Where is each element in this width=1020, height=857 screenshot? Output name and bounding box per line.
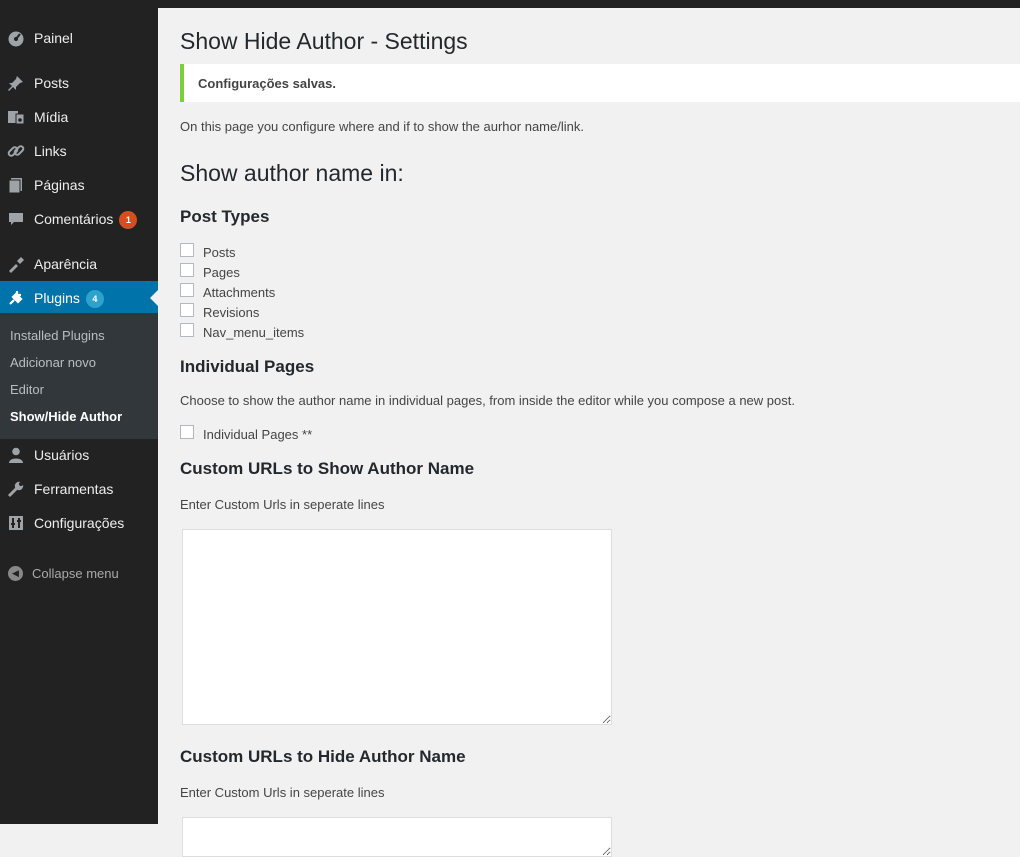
sidebar-item-label: Comentários xyxy=(34,211,114,227)
sidebar-item-aparencia[interactable]: Aparência xyxy=(0,247,158,281)
pages-icon xyxy=(7,176,25,194)
link-icon xyxy=(7,142,25,160)
show-author-heading: Show author name in: xyxy=(180,160,404,186)
sidebar-item-label: Mídia xyxy=(34,109,69,125)
sidebar-item-label: Painel xyxy=(34,30,73,46)
checkbox-label: Revisions xyxy=(203,304,260,320)
sidebar-item-comentarios[interactable]: Comentários 1 xyxy=(0,202,158,236)
notice-text: Configurações salvas. xyxy=(198,75,336,91)
collapse-arrow-icon: ◀ xyxy=(8,566,23,581)
checkbox-label: Attachments xyxy=(203,284,276,300)
settings-saved-notice: Configurações salvas. xyxy=(180,64,1020,102)
checkbox-label: Posts xyxy=(203,244,236,260)
intro-text: On this page you configure where and if … xyxy=(180,119,584,134)
sidebar-item-midia[interactable]: Mídia xyxy=(0,100,158,134)
comments-icon xyxy=(7,210,25,228)
individual-pages-checkbox[interactable] xyxy=(180,425,194,439)
users-icon xyxy=(7,446,25,464)
active-menu-arrow xyxy=(150,290,158,306)
hide-urls-heading: Custom URLs to Hide Author Name xyxy=(180,747,466,766)
admin-sidebar: Painel Posts Mídia Links Páginas Comentá… xyxy=(0,8,158,824)
submenu-add-new[interactable]: Adicionar novo xyxy=(10,355,96,370)
post-type-option[interactable]: Pages xyxy=(180,262,240,282)
collapse-menu-button[interactable]: ◀ Collapse menu xyxy=(8,566,119,581)
individual-pages-description: Choose to show the author name in indivi… xyxy=(180,393,795,408)
posts-checkbox[interactable] xyxy=(180,243,194,257)
sidebar-item-label: Usuários xyxy=(34,447,90,463)
page-title: Show Hide Author - Settings xyxy=(180,28,468,54)
tools-icon xyxy=(7,480,25,498)
individual-pages-heading: Individual Pages xyxy=(180,357,315,376)
pin-icon xyxy=(7,74,25,92)
submenu-installed-plugins[interactable]: Installed Plugins xyxy=(10,328,105,343)
revisions-checkbox[interactable] xyxy=(180,303,194,317)
sidebar-item-label: Links xyxy=(34,143,67,159)
comments-count-badge: 1 xyxy=(119,211,138,229)
sidebar-item-paginas[interactable]: Páginas xyxy=(0,168,158,202)
sidebar-item-configuracoes[interactable]: Configurações xyxy=(0,506,158,540)
checkbox-label: Nav_menu_items xyxy=(203,324,305,340)
dashboard-icon xyxy=(7,29,25,47)
plugins-submenu: Installed Plugins Adicionar novo Editor … xyxy=(0,313,158,439)
show-urls-heading: Custom URLs to Show Author Name xyxy=(180,459,475,478)
attachments-checkbox[interactable] xyxy=(180,283,194,297)
checkbox-label: Pages xyxy=(203,264,240,280)
post-type-option[interactable]: Nav_menu_items xyxy=(180,322,304,342)
hide-urls-textarea[interactable] xyxy=(182,817,612,857)
hide-urls-description: Enter Custom Urls in seperate lines xyxy=(180,785,385,800)
post-types-heading: Post Types xyxy=(180,207,270,226)
sidebar-item-label: Ferramentas xyxy=(34,481,114,497)
sidebar-item-painel[interactable]: Painel xyxy=(0,21,158,55)
sidebar-item-links[interactable]: Links xyxy=(0,134,158,168)
collapse-menu-label: Collapse menu xyxy=(32,566,119,581)
nav-menu-items-checkbox[interactable] xyxy=(180,323,194,337)
settings-icon xyxy=(7,514,25,532)
sidebar-item-usuarios[interactable]: Usuários xyxy=(0,438,158,472)
show-urls-textarea[interactable] xyxy=(182,529,612,725)
sidebar-item-label: Configurações xyxy=(34,515,125,531)
appearance-icon xyxy=(7,255,25,273)
media-icon xyxy=(7,108,25,126)
post-type-option[interactable]: Attachments xyxy=(180,282,275,302)
sidebar-item-label: Plugins xyxy=(34,290,80,306)
post-type-option[interactable]: Revisions xyxy=(180,302,259,322)
plugins-count-badge: 4 xyxy=(85,290,104,308)
sidebar-item-ferramentas[interactable]: Ferramentas xyxy=(0,472,158,506)
show-urls-description: Enter Custom Urls in seperate lines xyxy=(180,497,385,512)
sidebar-item-label: Aparência xyxy=(34,256,98,272)
sidebar-item-plugins[interactable]: Plugins 4 xyxy=(0,281,158,315)
checkbox-label: Individual Pages ** xyxy=(203,426,313,442)
submenu-show-hide-author[interactable]: Show/Hide Author xyxy=(10,409,122,424)
individual-pages-option[interactable]: Individual Pages ** xyxy=(180,424,312,444)
submenu-editor[interactable]: Editor xyxy=(10,382,44,397)
plugins-icon xyxy=(7,289,25,307)
admin-bar xyxy=(0,0,1020,8)
pages-checkbox[interactable] xyxy=(180,263,194,277)
post-type-option[interactable]: Posts xyxy=(180,242,236,262)
sidebar-item-label: Posts xyxy=(34,75,70,91)
sidebar-item-label: Páginas xyxy=(34,177,85,193)
sidebar-item-posts[interactable]: Posts xyxy=(0,66,158,100)
